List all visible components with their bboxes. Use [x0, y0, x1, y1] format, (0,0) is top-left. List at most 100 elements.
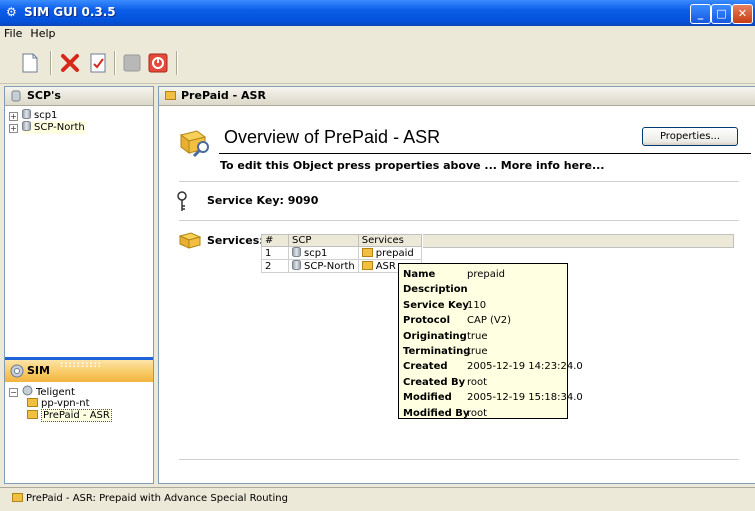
sim-icon: [10, 364, 24, 378]
tooltip-row: Protocol CAP (V2): [403, 313, 567, 328]
tooltip-key: Name: [403, 269, 436, 280]
properties-button[interactable]: Properties...: [642, 127, 738, 146]
service-icon: [12, 493, 23, 502]
expand-icon[interactable]: +: [9, 112, 18, 121]
tooltip-row: Originatingtrue: [403, 329, 567, 344]
row-number: 1: [261, 246, 289, 260]
tooltip-row: Modified 2005-12-19 15:18:34.0: [403, 390, 583, 405]
tooltip-row: Created By root: [403, 375, 567, 390]
server-icon: [292, 247, 301, 257]
tooltip-value: 2005-12-19 15:18:34.0: [467, 392, 583, 404]
row-scp[interactable]: scp1: [288, 246, 359, 260]
server-icon: [292, 260, 301, 270]
tooltip-row: Name prepaid: [403, 267, 567, 282]
tooltip-row: Description: [403, 282, 567, 297]
tooltip-key: Modified By: [403, 407, 470, 419]
divider: [179, 181, 739, 182]
new-icon[interactable]: [18, 51, 42, 75]
toolbar-separator: [114, 51, 116, 75]
tooltip-value: prepaid: [467, 269, 505, 280]
service-icon: [165, 91, 176, 100]
title-bar: ⚙ SIM GUI 0.3.5 _ □ ✕: [0, 0, 755, 26]
menu-file[interactable]: File: [0, 26, 26, 40]
tooltip-row: Created 2005-12-19 14:23:24.0: [403, 359, 583, 374]
row-number: 2: [261, 259, 289, 273]
tooltip-value: 2005-12-19 14:23:24.0: [467, 361, 583, 373]
service-label: ASR: [375, 260, 396, 272]
sim-panel-header[interactable]: :::::::::: SIM: [5, 357, 153, 382]
service-icon: [361, 260, 373, 270]
tooltip-key: Service Key: [403, 299, 469, 311]
expand-icon[interactable]: +: [9, 124, 18, 133]
main-pane-title: PrePaid - ASR: [181, 89, 266, 102]
tooltip-value: true: [467, 330, 488, 342]
toolbar-separator: [176, 51, 178, 75]
tree-item-prepaid-asr[interactable]: PrePaid - ASR: [27, 409, 112, 422]
column-header-num[interactable]: #: [261, 234, 289, 247]
tooltip-key: Protocol: [403, 315, 451, 327]
minimize-button[interactable]: _: [690, 4, 711, 24]
service-icon: [27, 410, 38, 419]
window-title: SIM GUI 0.3.5: [24, 5, 116, 19]
service-key: Service Key: 9090: [207, 194, 319, 207]
key-icon: [175, 191, 189, 217]
column-header-services[interactable]: Services: [357, 234, 422, 247]
status-bar: PrePaid - ASR: Prepaid with Advance Spec…: [0, 487, 755, 511]
sim-panel-title: SIM: [27, 364, 50, 377]
divider: [179, 220, 739, 221]
tooltip-key: Terminating: [403, 345, 471, 357]
disabled-icon[interactable]: [120, 51, 144, 75]
server-icon: [11, 90, 21, 102]
tree-item-label: pp-vpn-nt: [41, 398, 90, 409]
status-text: PrePaid - ASR: Prepaid with Advance Spec…: [26, 493, 288, 504]
table-header-row: # SCP Services: [261, 234, 422, 247]
tooltip-key: Description: [403, 284, 468, 296]
scp-label: SCP-North: [304, 261, 355, 272]
close-button[interactable]: ✕: [732, 4, 753, 24]
tree-item-label: SCP-North: [34, 122, 85, 133]
app-icon: ⚙: [6, 5, 17, 19]
tooltip-value: 110: [467, 299, 487, 311]
sim-icon: [22, 385, 33, 396]
page-subtitle[interactable]: To edit this Object press properties abo…: [220, 159, 604, 172]
row-scp[interactable]: SCP-North: [288, 259, 359, 273]
tooltip-key: Modified: [403, 392, 452, 404]
title-underline: [219, 153, 751, 154]
table-row[interactable]: 1 scp1 prepaid: [261, 246, 422, 260]
tree-item-label: scp1: [34, 110, 58, 121]
tooltip-row: Terminatingtrue: [403, 344, 567, 359]
services-label: Services:: [207, 234, 264, 247]
edit-icon[interactable]: [86, 51, 110, 75]
server-icon: [22, 109, 31, 119]
table-header-filler: [423, 234, 734, 248]
tooltip-value: root: [467, 407, 488, 419]
tooltip-value: CAP (V2): [467, 315, 512, 327]
server-icon: [22, 121, 31, 131]
row-service[interactable]: prepaid: [357, 246, 422, 260]
maximize-button[interactable]: □: [711, 4, 732, 24]
main-pane-header: PrePaid - ASR: [159, 87, 755, 106]
service-tooltip: Name prepaid Description Service Key110 Prot…: [398, 263, 583, 419]
toolbar: [0, 43, 755, 84]
tooltip-key: Originating: [403, 330, 467, 342]
page-title: Overview of PrePaid - ASR: [224, 127, 441, 147]
toolbar-separator: [50, 51, 52, 75]
splitter-grip[interactable]: ::::::::::: [60, 354, 102, 376]
tree-item-label: PrePaid - ASR: [41, 409, 112, 422]
services-icon: [179, 232, 201, 249]
divider: [179, 459, 739, 460]
scp-panel-title: SCP's: [27, 89, 61, 102]
tooltip-key: Created: [403, 361, 448, 373]
tooltip-value: root: [467, 376, 488, 388]
left-pane: SCP's + scp1 + SCP-North :::::::::: SIM …: [4, 86, 154, 484]
scp-label: scp1: [304, 248, 328, 259]
delete-icon[interactable]: [58, 51, 82, 75]
column-header-scp[interactable]: SCP: [288, 234, 359, 247]
stop-icon[interactable]: [146, 51, 170, 75]
menu-help[interactable]: Help: [26, 26, 59, 40]
collapse-icon[interactable]: −: [9, 388, 18, 397]
service-label: prepaid: [375, 247, 414, 259]
tooltip-key: Created By: [403, 376, 466, 388]
scp-panel-header[interactable]: SCP's: [5, 87, 153, 106]
menu-bar: File Help: [0, 26, 755, 43]
